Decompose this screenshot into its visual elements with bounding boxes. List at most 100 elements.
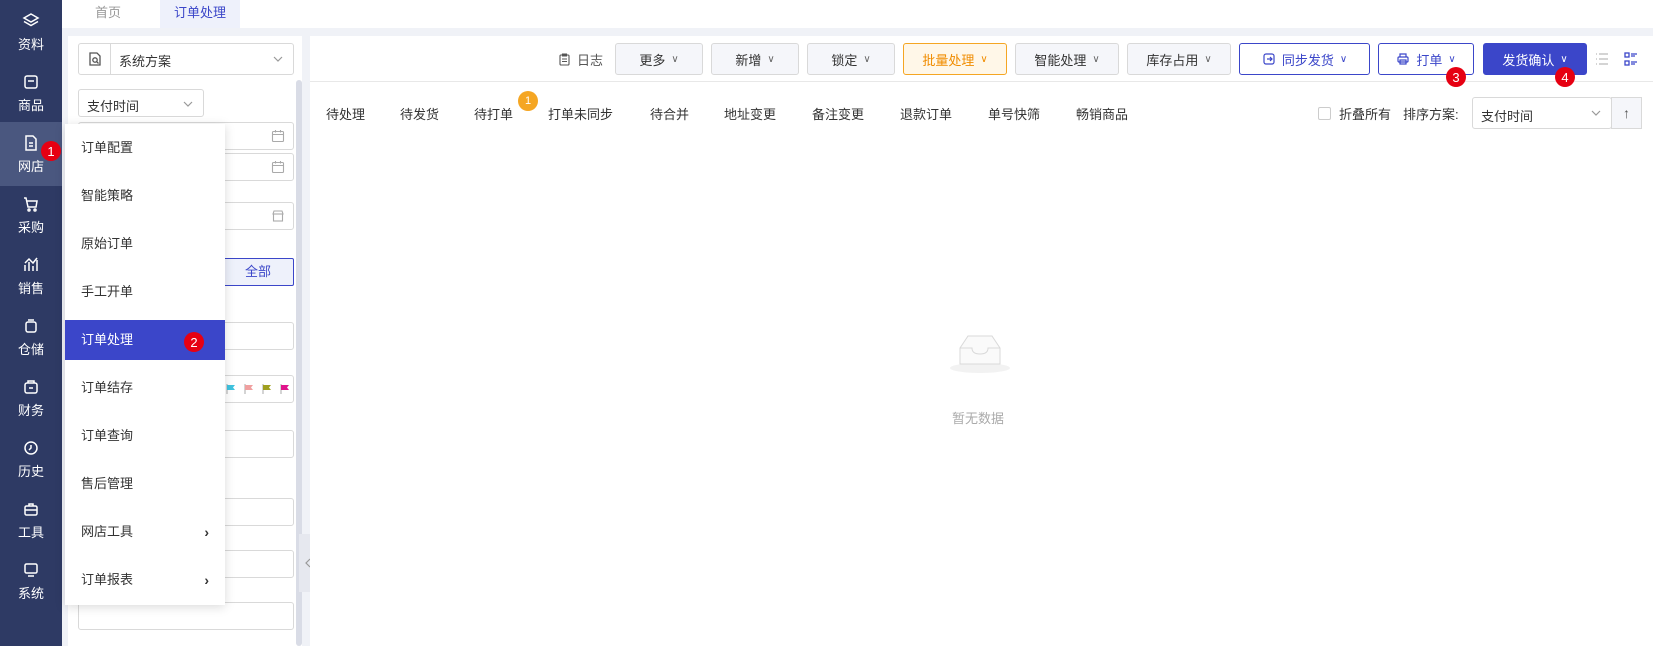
order-tab-bestsellers[interactable]: 畅销商品 [1076,104,1128,123]
rail-item-tools[interactable]: 工具 [0,488,62,552]
batch-process-button[interactable]: 批量处理 ∨ [903,43,1007,75]
chevron-down-icon: ∨ [1339,53,1348,65]
menu-item-label: 订单报表 [81,572,134,587]
chevron-down-icon: ∨ [767,53,775,65]
step-marker-1: 1 [41,141,61,161]
box-icon [24,74,38,89]
order-tab-to-merge[interactable]: 待合并 [650,104,689,123]
warehouse-icon [25,318,37,333]
order-tab-quick-filter[interactable]: 单号快筛 [988,104,1040,123]
menu-item-order-balance[interactable]: 订单结存 [65,368,225,408]
wallet-icon [24,379,38,394]
printer-icon [1397,53,1409,65]
menu-item-raw-orders[interactable]: 原始订单 [65,224,225,264]
add-label: 新增 [735,52,762,68]
sync-ship-button[interactable]: 同步发货 ∨ [1239,43,1370,75]
chart-icon [24,257,38,271]
tab-home[interactable]: 首页 [78,0,138,28]
rail-item-finance[interactable]: 财务 [0,366,62,430]
clock-icon [24,440,38,455]
chevron-right-icon: › [204,572,209,588]
batch-process-label: 批量处理 [922,52,975,68]
more-button[interactable]: 更多 ∨ [615,43,703,75]
filter-input-5[interactable] [78,602,294,630]
more-label: 更多 [639,52,666,68]
order-tab-address-change[interactable]: 地址变更 [724,104,776,123]
menu-item-smart-strategy[interactable]: 智能策略 [65,176,225,216]
pink-flag-icon [243,383,255,395]
time-type-select[interactable]: 支付时间 [78,89,204,117]
add-button[interactable]: 新增 ∨ [711,43,799,75]
order-tab-printed-unsynced[interactable]: 打单未同步 [548,104,613,123]
menu-item-label: 订单结存 [81,380,134,395]
webstore-dropdown-menu: 订单配置 智能策略 原始订单 手工开单 订单处理 订单结存 订单查询 售后管理 … [65,124,225,605]
magenta-flag-icon [279,383,291,395]
menu-item-label: 手工开单 [81,284,134,299]
log-label: 日志 [577,52,604,68]
lock-button[interactable]: 锁定 ∨ [807,43,895,75]
rail-item-history[interactable]: 历史 [0,427,62,491]
rail-item-warehouse[interactable]: 仓储 [0,305,62,369]
olive-flag-icon [261,383,273,395]
sync-icon [1263,53,1275,65]
scheme-select[interactable]: 系统方案 [78,43,294,75]
step-marker-3: 3 [1446,67,1466,87]
chevron-down-icon: ∨ [980,53,988,65]
menu-item-label: 原始订单 [81,236,134,251]
clipboard-icon [559,52,570,66]
menu-item-webstore-tools[interactable]: 网店工具 › [65,512,225,552]
calendar-icon [271,130,285,143]
rail-item-purchase[interactable]: 采购 [0,183,62,247]
card-view-icon[interactable] [1623,51,1639,67]
chevron-down-icon: ∨ [1204,53,1212,65]
rail-label: 资料 [17,36,44,52]
rail-item-system[interactable]: 系统 [0,549,62,613]
scheme-value: 系统方案 [119,54,172,69]
order-tab-refund[interactable]: 退款订单 [900,104,952,123]
lock-label: 锁定 [831,52,858,68]
smart-process-button[interactable]: 智能处理 ∨ [1015,43,1119,75]
chevron-down-icon [183,101,193,107]
order-tab-to-ship[interactable]: 待发货 [400,104,439,123]
tab-order-processing[interactable]: 订单处理 [160,0,240,28]
smart-process-label: 智能处理 [1034,52,1087,68]
layers-icon [22,12,40,26]
scheme-search-icon [79,44,111,74]
stock-occupy-button[interactable]: 库存占用 ∨ [1127,43,1231,75]
empty-state-text: 暂无数据 [952,411,1005,426]
time-type-value: 支付时间 [87,99,140,114]
to-print-count-badge: 1 [518,91,538,111]
sort-direction-button[interactable]: ↑ [1611,97,1642,129]
order-tab-remark-change[interactable]: 备注变更 [812,104,864,123]
order-tab-pending[interactable]: 待处理 [326,104,365,123]
menu-item-order-reports[interactable]: 订单报表 › [65,560,225,600]
step-marker-2: 2 [184,332,204,352]
monitor-icon [24,562,38,577]
menu-item-order-query[interactable]: 订单查询 [65,416,225,456]
menu-item-order-config[interactable]: 订单配置 [65,128,225,168]
fold-all-label: 折叠所有 [1339,107,1392,122]
fold-all-checkbox[interactable] [1318,107,1331,120]
chevron-down-icon: ∨ [1560,53,1568,65]
rail-item-products[interactable]: 商品 [0,61,62,125]
rail-label: 网店 [17,158,44,174]
stock-occupy-label: 库存占用 [1146,52,1199,68]
list-view-icon[interactable] [1594,51,1610,67]
menu-item-label: 订单配置 [81,140,134,155]
order-tab-to-print[interactable]: 待打单 [474,104,513,123]
log-button[interactable]: 日志 [558,48,603,70]
rail-item-sales[interactable]: 销售 [0,244,62,308]
chevron-down-icon [273,56,283,62]
menu-item-label: 智能策略 [81,188,134,203]
menu-item-manual-order[interactable]: 手工开单 [65,272,225,312]
menu-item-after-sales[interactable]: 售后管理 [65,464,225,504]
sort-scheme-select[interactable]: 支付时间 [1472,97,1612,129]
confirm-ship-label: 发货确认 [1502,52,1555,68]
rail-label: 商品 [17,97,44,113]
rail-item-data[interactable]: 资料 [0,0,62,64]
cyan-flag-icon [225,383,237,395]
flag-selector[interactable] [222,375,294,403]
nav-rail: 资料 商品 网店 采购 销售 仓储 财务 历史 工具 系统 [0,0,62,646]
all-button[interactable]: 全部 [222,258,294,286]
tab-bar: 首页 订单处理 [62,0,1653,28]
